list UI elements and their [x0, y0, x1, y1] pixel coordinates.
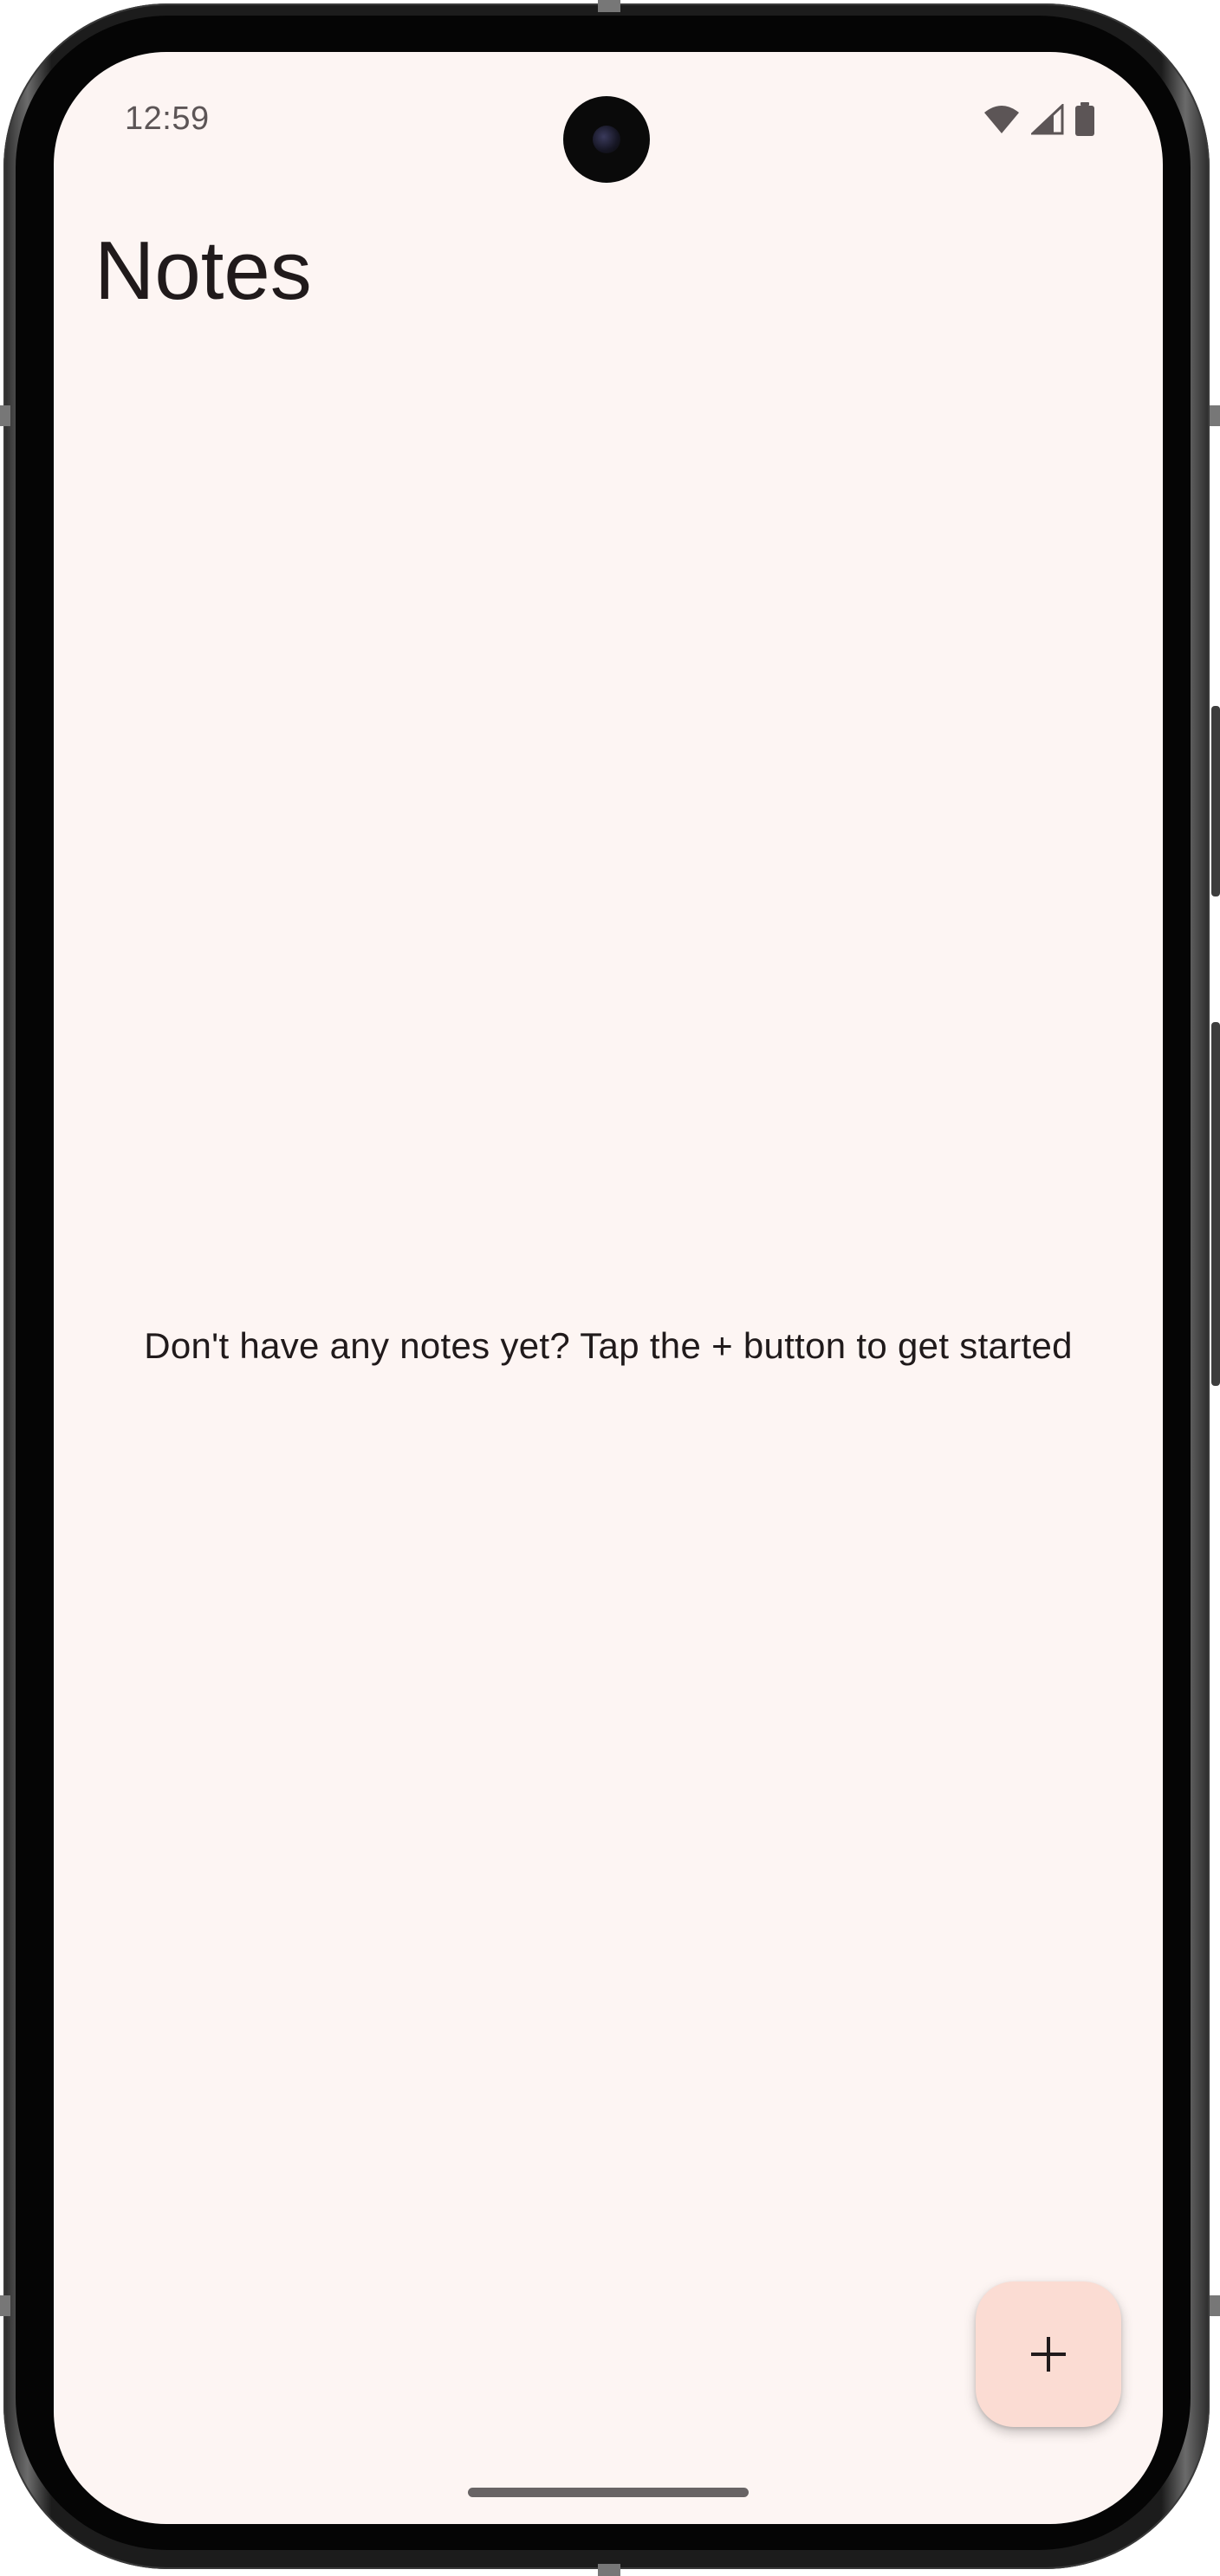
status-bar: 12:59	[54, 52, 1163, 191]
status-time: 12:59	[125, 100, 210, 137]
front-camera	[563, 96, 650, 183]
add-note-button[interactable]	[976, 2282, 1121, 2427]
wifi-icon	[984, 106, 1019, 133]
power-button	[1211, 706, 1220, 896]
antenna-line-left-top	[0, 405, 10, 426]
antenna-line-left-bottom	[0, 2295, 10, 2316]
antenna-line-top	[598, 0, 620, 12]
status-icons	[983, 102, 1095, 137]
antenna-line-right-top	[1210, 405, 1220, 426]
battery-icon	[1075, 102, 1094, 136]
antenna-line-bottom	[598, 2564, 620, 2576]
home-indicator[interactable]	[468, 2488, 749, 2497]
empty-state-message: Don't have any notes yet? Tap the + butt…	[144, 1325, 1073, 1366]
cellular-signal-icon	[1031, 104, 1064, 135]
screen: 12:59 Notes Don't have any notes yet? Ta…	[54, 52, 1163, 2524]
plus-icon	[1031, 2337, 1066, 2372]
page-title: Notes	[94, 224, 312, 317]
phone-device: 12:59 Notes Don't have any notes yet? Ta…	[0, 0, 1220, 2576]
volume-button	[1211, 1022, 1220, 1386]
antenna-line-right-bottom	[1210, 2295, 1220, 2316]
